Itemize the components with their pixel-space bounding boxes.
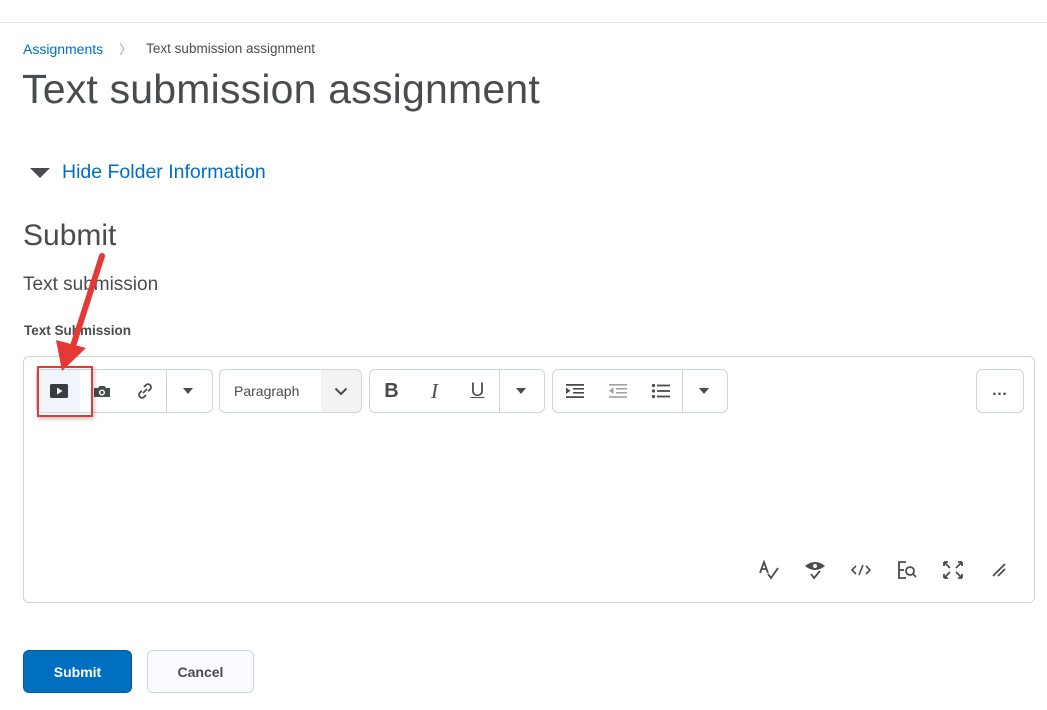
caret-down-icon [30, 167, 50, 178]
breadcrumb-separator: 〉 [119, 42, 133, 57]
chevron-down-icon [183, 388, 193, 394]
breadcrumb: Assignments 〉 Text submission assignment [23, 39, 315, 58]
chevron-down-icon [334, 387, 348, 395]
underline-icon: U [470, 380, 485, 401]
indent-icon [565, 384, 584, 398]
submit-section-title: Submit [23, 219, 117, 252]
source-code-icon [850, 564, 872, 576]
indent-button[interactable] [553, 370, 596, 412]
text-style-more-dropdown[interactable] [499, 370, 542, 412]
hide-folder-info-toggle[interactable]: Hide Folder Information [30, 161, 266, 184]
find-replace-button[interactable] [890, 555, 924, 585]
italic-icon: I [431, 378, 438, 403]
resize-handle-icon [992, 563, 1006, 577]
source-code-button[interactable] [844, 555, 878, 585]
format-select[interactable]: Paragraph [219, 369, 362, 413]
insert-image-button[interactable] [80, 370, 123, 412]
hide-folder-info-label: Hide Folder Information [62, 161, 266, 183]
chevron-down-icon [516, 388, 526, 394]
format-select-chevron [321, 370, 361, 412]
more-options-icon: … [991, 382, 1009, 399]
cancel-button[interactable]: Cancel [147, 650, 254, 693]
accessibility-check-button[interactable] [798, 555, 832, 585]
fullscreen-icon [943, 561, 963, 579]
fullscreen-button[interactable] [936, 555, 970, 585]
format-select-value: Paragraph [234, 383, 300, 399]
accessibility-check-icon [805, 562, 825, 580]
text-style-toolbar-group: B I U [369, 369, 545, 413]
bold-button[interactable]: B [370, 370, 413, 412]
insert-image-icon [93, 386, 110, 397]
find-replace-icon [898, 561, 917, 579]
insert-link-icon [137, 383, 152, 399]
chevron-down-icon [699, 388, 709, 394]
submit-section-subtitle: Text submission [23, 274, 159, 295]
italic-button[interactable]: I [413, 370, 456, 412]
bullet-list-button[interactable] [639, 370, 682, 412]
bold-icon: B [384, 379, 399, 402]
spellcheck-button[interactable] [752, 555, 786, 585]
paragraph-toolbar-group [552, 369, 728, 413]
text-submission-label: Text Submission [24, 323, 132, 338]
breadcrumb-assignments-link[interactable]: Assignments [23, 41, 103, 57]
insert-link-button[interactable] [123, 370, 166, 412]
insert-toolbar-group [36, 369, 213, 413]
bullet-list-icon [651, 383, 670, 399]
insert-media-icon [49, 384, 68, 398]
insert-more-dropdown[interactable] [166, 370, 209, 412]
outdent-button[interactable] [596, 370, 639, 412]
paragraph-more-dropdown[interactable] [682, 370, 725, 412]
editor-status-tools [752, 555, 1016, 585]
resize-handle[interactable] [982, 555, 1016, 585]
insert-media-button[interactable] [37, 370, 80, 412]
breadcrumb-current: Text submission assignment [146, 41, 315, 56]
spellcheck-icon [759, 560, 779, 580]
more-options-button[interactable]: … [976, 369, 1024, 413]
page-title: Text submission assignment [22, 66, 540, 112]
outdent-icon [608, 384, 627, 398]
submit-button[interactable]: Submit [23, 650, 132, 693]
top-divider [0, 22, 1047, 23]
rich-text-editor[interactable]: Paragraph B I U … [23, 356, 1035, 603]
underline-button[interactable]: U [456, 370, 499, 412]
